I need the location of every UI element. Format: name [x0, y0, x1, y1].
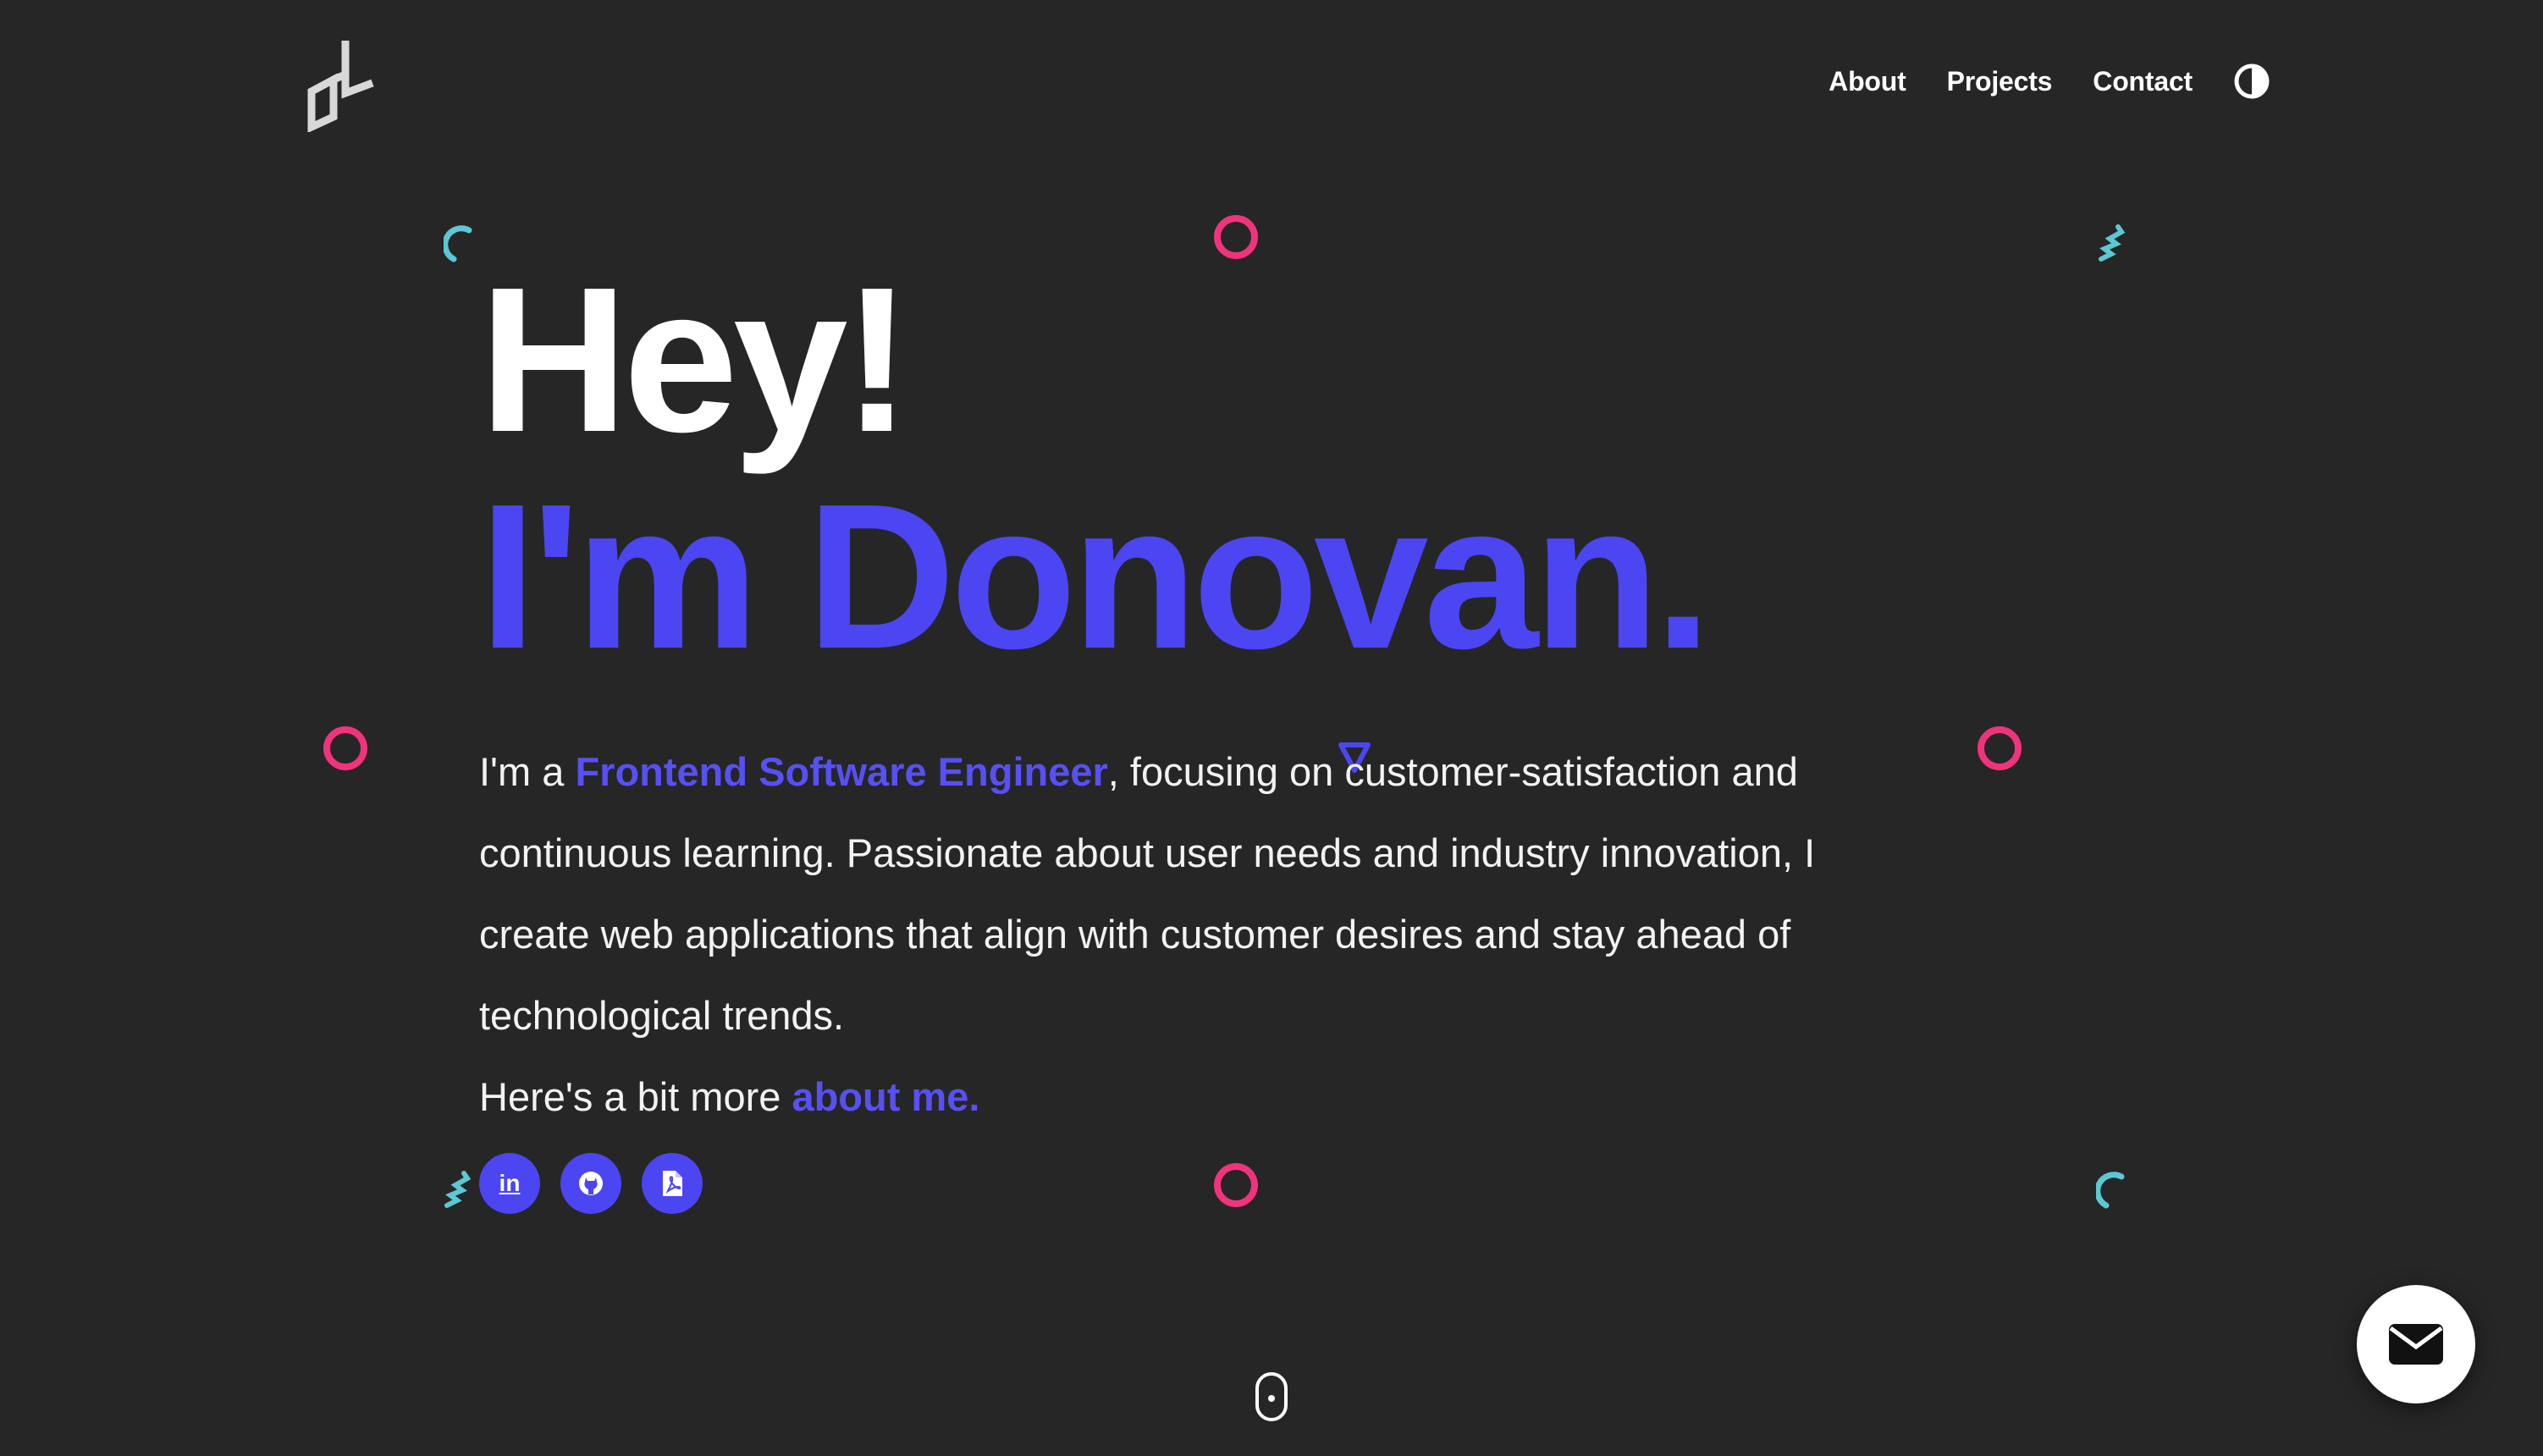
github-button[interactable] [560, 1153, 621, 1214]
linkedin-button[interactable]: in [479, 1153, 540, 1214]
intro-paragraph: I'm a Frontend Software Engineer, focusi… [479, 731, 1851, 1056]
dl-monogram-logo[interactable] [305, 37, 381, 132]
social-links: in [479, 1153, 1851, 1214]
nav-link-about[interactable]: About [1829, 66, 1906, 97]
mouse-scroll-icon[interactable] [1254, 1371, 1289, 1422]
intro-prefix: I'm a [479, 749, 576, 794]
about-me-link[interactable]: about me. [792, 1074, 979, 1119]
pink-ring-decoration-icon [1978, 726, 2022, 770]
teal-zigzag-decoration-icon [444, 1171, 472, 1208]
name-heading: I'm Donovan. [479, 461, 1712, 692]
about-more-line: Here's a bit more about me. [479, 1056, 1851, 1138]
nav-link-contact[interactable]: Contact [2093, 66, 2193, 97]
greeting-heading: Hey! [479, 244, 912, 475]
pdf-resume-icon [663, 1171, 682, 1196]
resume-pdf-button[interactable] [642, 1153, 703, 1214]
pink-ring-decoration-icon [1214, 215, 1258, 259]
teal-arc-decoration-icon [2096, 1172, 2125, 1209]
pink-ring-decoration-icon [323, 726, 367, 770]
linkedin-icon: in [499, 1170, 521, 1196]
teal-zigzag-decoration-icon [2099, 224, 2126, 262]
github-icon [579, 1172, 603, 1195]
role-highlight: Frontend Software Engineer [575, 749, 1108, 794]
theme-toggle-icon[interactable] [2233, 63, 2270, 100]
envelope-icon [2389, 1324, 2443, 1365]
page: About Projects Contact Hey! I'm Donovan.… [0, 0, 2543, 1456]
more-prefix: Here's a bit more [479, 1074, 792, 1119]
nav-link-projects[interactable]: Projects [1947, 66, 2053, 97]
hero-section: Hey! I'm Donovan. I'm a Frontend Softwar… [479, 254, 1851, 1214]
contact-fab-button[interactable] [2357, 1285, 2475, 1404]
teal-arc-decoration-icon [444, 225, 472, 262]
main-nav: About Projects Contact [1829, 63, 2270, 100]
